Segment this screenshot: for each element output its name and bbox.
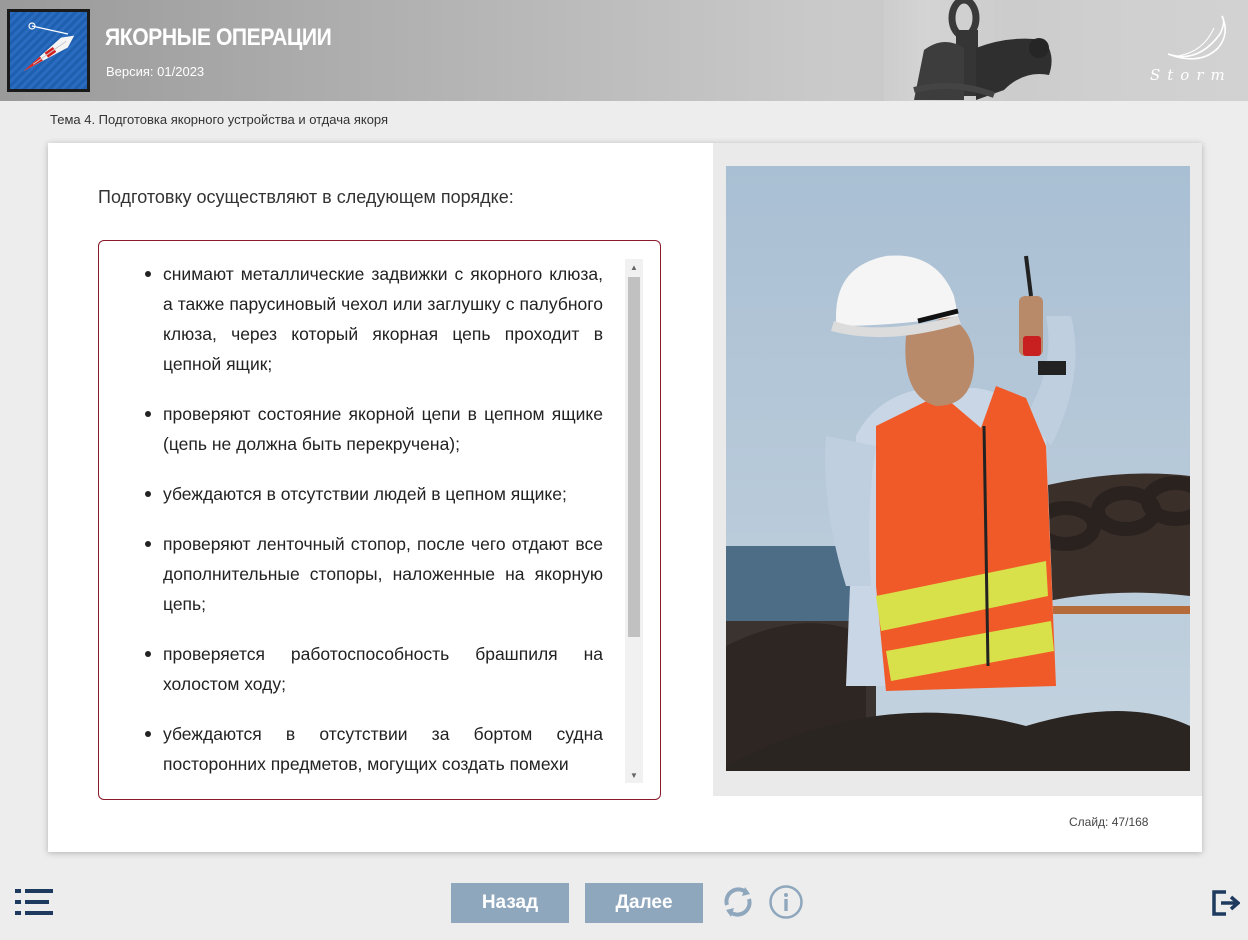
storm-brand-logo: Storm — [1148, 14, 1236, 88]
list-item: проверяется работоспособность брашпиля н… — [143, 639, 603, 699]
next-button[interactable]: Далее — [585, 883, 703, 923]
steps-list: снимают металлические задвижки с якорног… — [99, 241, 629, 779]
exit-icon[interactable] — [1210, 888, 1241, 918]
slide-intro: Подготовку осуществляют в следующем поря… — [98, 187, 514, 207]
slide-counter-label: Слайд: — [1069, 815, 1109, 829]
breadcrumb: Тема 4. Подготовка якорного устройства и… — [50, 112, 389, 127]
brand-name: Storm — [1150, 66, 1232, 84]
list-item: проверяют ленточный стопор, после чего о… — [143, 529, 603, 619]
anchor-illustration — [884, 0, 1096, 101]
list-item: убеждаются в отсутствии за бортом судна … — [143, 719, 603, 779]
list-item: проверяют состояние якорной цепи в цепно… — [143, 399, 603, 459]
scrollbar-thumb[interactable] — [628, 277, 640, 637]
bullet-icon — [145, 651, 151, 657]
refresh-icon[interactable] — [719, 883, 757, 921]
app-header: ЯКОРНЫЕ ОПЕРАЦИИ Версия: 01/2023 Storm — [0, 0, 1248, 101]
slide-counter: Слайд: 47/168 — [1069, 815, 1148, 829]
worker-photo — [726, 166, 1190, 771]
list-item: убеждаются в отсутствии людей в цепном я… — [143, 479, 603, 509]
triangle-up-icon[interactable]: ▲ — [625, 259, 643, 275]
app-title: ЯКОРНЫЕ ОПЕРАЦИИ — [105, 24, 332, 51]
bullet-icon — [145, 731, 151, 737]
bullet-icon — [145, 411, 151, 417]
list-item-text: проверяют состояние якорной цепи в цепно… — [163, 404, 603, 454]
slide-card: Подготовку осуществляют в следующем поря… — [48, 143, 1202, 852]
course-logo — [7, 9, 90, 92]
bullet-icon — [145, 541, 151, 547]
list-menu-icon[interactable] — [15, 889, 53, 915]
app-version: Версия: 01/2023 — [106, 64, 205, 79]
list-item-text: проверяется работоспособность брашпиля н… — [163, 644, 603, 694]
bullet-icon — [145, 271, 151, 277]
slide-current: 47 — [1111, 815, 1126, 829]
list-item-text: проверяют ленточный стопор, после чего о… — [163, 534, 603, 614]
steps-list-viewport: снимают металлические задвижки с якорног… — [99, 241, 629, 799]
steps-list-box[interactable]: снимают металлические задвижки с якорног… — [98, 240, 661, 800]
photo-frame — [713, 143, 1202, 796]
triangle-down-icon[interactable]: ▼ — [625, 767, 643, 783]
list-item-text: снимают металлические задвижки с якорног… — [163, 264, 603, 374]
bullet-icon — [145, 491, 151, 497]
info-icon[interactable] — [768, 884, 804, 920]
list-item-text: убеждаются в отсутствии людей в цепном я… — [163, 484, 567, 504]
back-button[interactable]: Назад — [451, 883, 569, 923]
slide-total: 168 — [1128, 815, 1149, 829]
list-scrollbar[interactable]: ▲ ▼ — [625, 259, 643, 783]
list-item-text: убеждаются в отсутствии за бортом судна … — [163, 724, 603, 774]
list-item: снимают металлические задвижки с якорног… — [143, 259, 603, 379]
